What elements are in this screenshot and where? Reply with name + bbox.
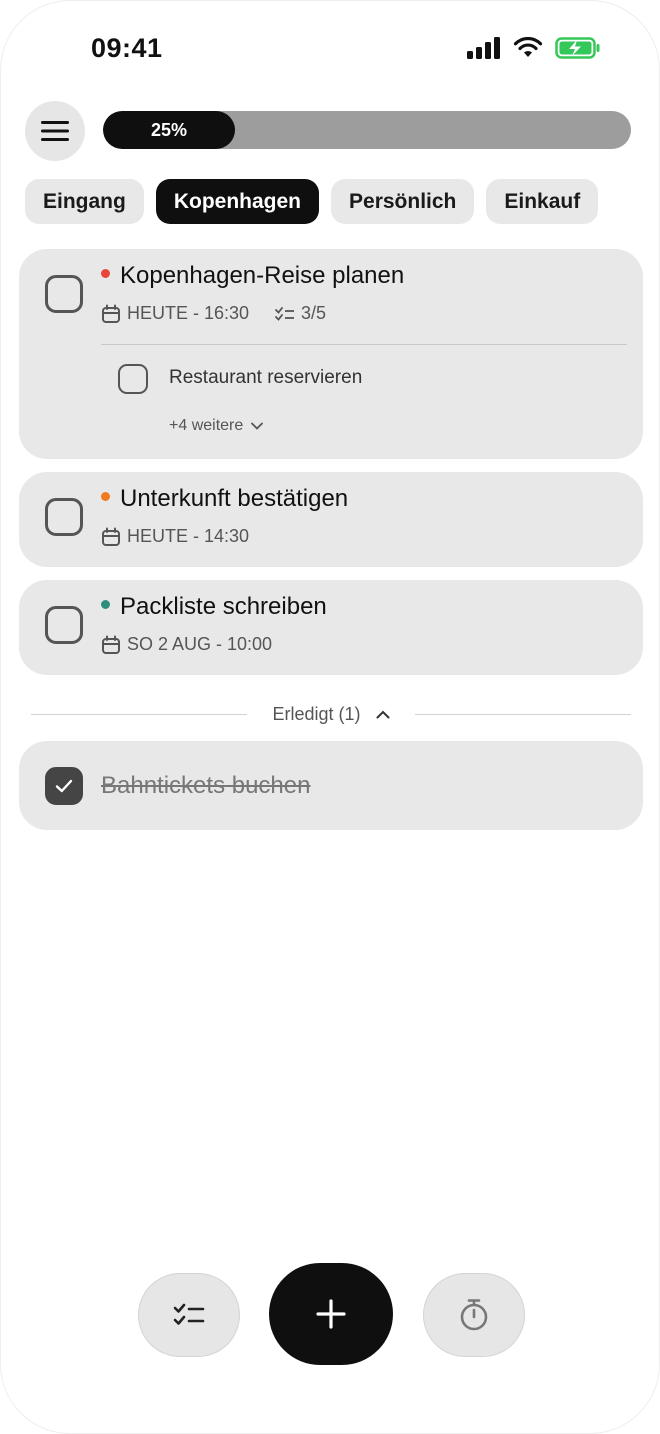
chevron-down-icon (251, 422, 264, 430)
task-meta: HEUTE - 14:30 (101, 526, 249, 547)
calendar-icon (102, 527, 120, 546)
tab-einkauf[interactable]: Einkauf (486, 179, 599, 224)
priority-dot (101, 600, 110, 610)
subtask-checkbox[interactable] (118, 364, 148, 394)
tab-eingang[interactable]: Eingang (25, 179, 144, 224)
checklist-icon (173, 1303, 205, 1325)
battery-charging-icon (555, 37, 600, 59)
status-time: 09:41 (91, 33, 163, 63)
task-checkbox[interactable] (45, 498, 83, 536)
tab-persoenlich[interactable]: Persönlich (331, 179, 475, 224)
task-card[interactable]: Unterkunft bestätigen HEUTE - 14:30 (19, 472, 643, 567)
phone-screen: 09:41 25% Eingang Kopenhagen Persönlich … (0, 0, 660, 1434)
task-checkbox[interactable] (45, 606, 83, 644)
task-title: Packliste schreiben (101, 593, 327, 621)
task-meta: HEUTE - 16:30 3/5 (101, 303, 326, 324)
status-icons (467, 37, 601, 59)
task-card[interactable]: Kopenhagen-Reise planen HEUTE - 16:30 3/… (19, 249, 643, 459)
subtask-title: Restaurant reservieren (169, 367, 363, 388)
bottom-action-bar (1, 1263, 659, 1367)
divider (101, 344, 627, 345)
progress-label: 25% (150, 120, 188, 140)
checklist-button[interactable] (138, 1273, 240, 1357)
completed-label: Erledigt (1) (31, 703, 631, 725)
calendar-icon (102, 635, 120, 654)
completed-section-toggle[interactable]: Erledigt (1) (31, 701, 631, 729)
menu-button[interactable] (25, 101, 85, 161)
show-more-subtasks[interactable]: +4 weitere (169, 417, 264, 435)
status-bar: 09:41 (1, 1, 659, 99)
task-checkbox[interactable] (45, 275, 83, 313)
task-meta: SO 2 AUG - 10:00 (101, 634, 272, 655)
stopwatch-icon (460, 1299, 488, 1331)
task-card[interactable]: Packliste schreiben SO 2 AUG - 10:00 (19, 580, 643, 675)
progress-bar: 25% (103, 111, 631, 149)
subtask-count: 3/5 (301, 303, 327, 323)
task-date: HEUTE - 14:30 (127, 526, 250, 546)
plus-icon (316, 1299, 346, 1329)
priority-dot (101, 269, 110, 279)
checkmark-icon (55, 779, 73, 793)
task-checkbox-checked[interactable] (45, 767, 83, 805)
timer-button[interactable] (423, 1273, 525, 1357)
tab-kopenhagen[interactable]: Kopenhagen (155, 179, 320, 224)
list-tabs: Eingang Kopenhagen Persönlich Einkauf (25, 179, 599, 224)
wifi-icon (513, 37, 543, 57)
task-date: SO 2 AUG - 10:00 (127, 634, 273, 654)
task-title: Unterkunft bestätigen (101, 485, 348, 513)
chevron-up-icon (376, 710, 390, 719)
task-title: Bahntickets buchen (101, 772, 311, 799)
completed-task-card[interactable]: Bahntickets buchen (19, 741, 643, 830)
menu-icon (41, 121, 69, 141)
add-task-button[interactable] (269, 1263, 393, 1365)
task-title: Kopenhagen-Reise planen (101, 262, 404, 290)
checklist-icon (275, 306, 295, 321)
priority-dot (101, 492, 110, 502)
task-date: HEUTE - 16:30 (127, 303, 250, 323)
calendar-icon (102, 304, 120, 323)
signal-icon (467, 37, 500, 59)
